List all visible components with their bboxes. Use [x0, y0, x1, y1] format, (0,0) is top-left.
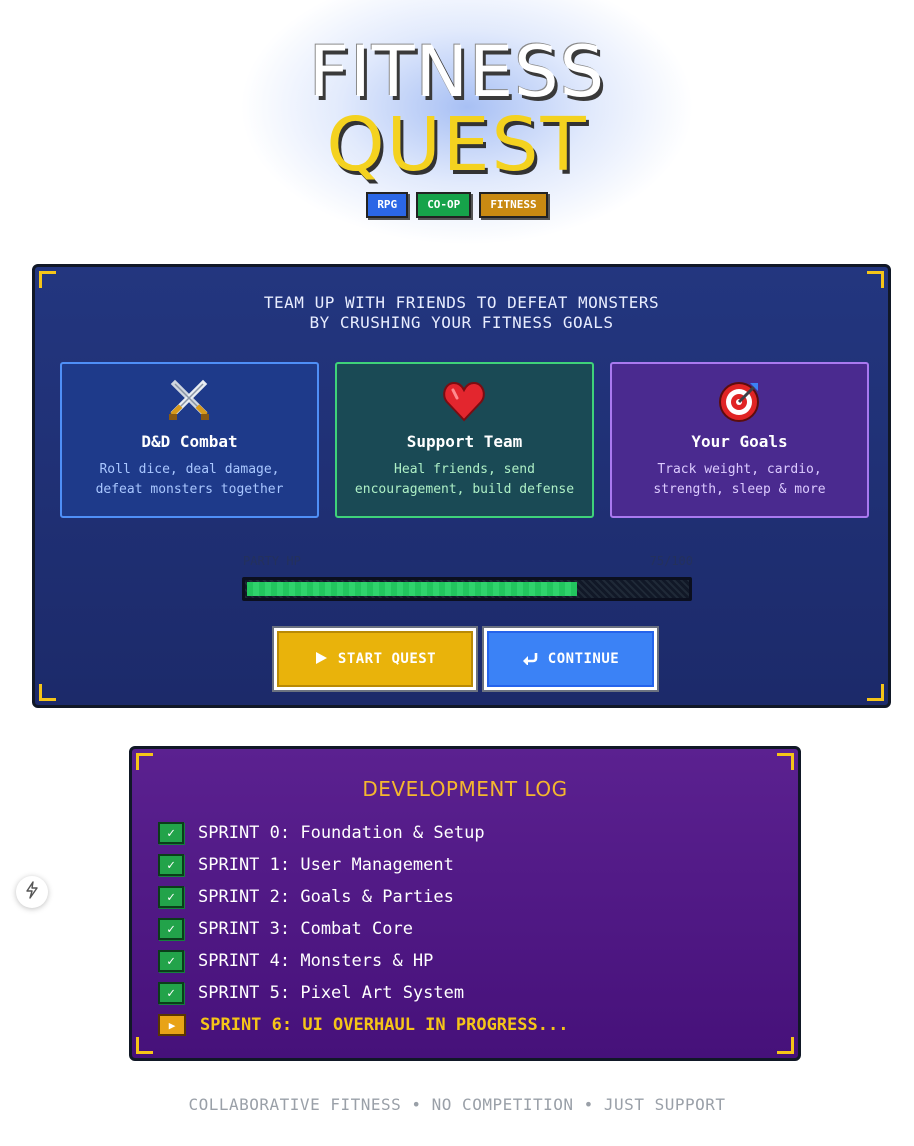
return-arrow-icon: [522, 651, 538, 668]
feature-desc-line: Track weight, cardio,: [657, 462, 822, 477]
corner-decoration: [867, 684, 884, 701]
party-hp-label: PARTY HP: [243, 554, 301, 568]
feature-description: Heal friends, send encouragement, build …: [347, 460, 582, 500]
party-hp-bar: [242, 577, 692, 601]
party-hp-fill: [247, 582, 577, 596]
app-title-line1: FITNESS: [308, 31, 606, 113]
party-hp-value: 75/100: [649, 554, 693, 568]
feature-card-combat: D&D Combat Roll dice, deal damage, defea…: [60, 362, 319, 518]
tagline-line2: BY CRUSHING YOUR FITNESS GOALS: [309, 313, 614, 332]
corner-decoration: [777, 1037, 794, 1054]
tagline-line1: TEAM UP WITH FRIENDS TO DEFEAT MONSTERS: [263, 293, 660, 312]
feature-desc-line: encouragement, build defense: [354, 482, 575, 497]
feature-card-goals: Your Goals Track weight, cardio, strengt…: [610, 362, 869, 518]
crossed-swords-icon: [62, 378, 317, 422]
sprint-label: SPRINT 3: Combat Core: [198, 919, 413, 939]
lightning-icon: [25, 881, 39, 903]
feature-desc-line: Roll dice, deal damage,: [99, 462, 280, 477]
checkmark-icon: ✓: [158, 918, 184, 940]
feature-title: D&D Combat: [141, 432, 238, 451]
tag-list: RPG CO-OP FITNESS: [0, 192, 914, 218]
feature-title: Your Goals: [691, 432, 788, 451]
continue-label: CONTINUE: [547, 651, 620, 667]
sprint-label: SPRINT 5: Pixel Art System: [198, 983, 465, 1003]
checkmark-icon: ✓: [158, 854, 184, 876]
corner-decoration: [777, 753, 794, 770]
tag-rpg: RPG: [366, 192, 409, 218]
hero-tagline: TEAM UP WITH FRIENDS TO DEFEAT MONSTERS …: [35, 293, 888, 333]
checkmark-icon: ✓: [158, 982, 184, 1004]
development-log-panel: DEVELOPMENT LOG ✓ SPRINT 0: Foundation &…: [129, 746, 801, 1061]
start-quest-label: START QUEST: [337, 651, 437, 667]
feature-description: Roll dice, deal damage, defeat monsters …: [72, 460, 307, 500]
feature-desc-line: strength, sleep & more: [653, 482, 826, 497]
continue-button[interactable]: CONTINUE: [482, 626, 659, 692]
feature-description: Track weight, cardio, strength, sleep & …: [622, 460, 857, 500]
target-icon: [612, 378, 867, 422]
start-quest-button[interactable]: START QUEST: [272, 626, 478, 692]
list-item: ✓ SPRINT 3: Combat Core: [158, 916, 413, 942]
list-item: ✓ SPRINT 0: Foundation & Setup: [158, 820, 485, 846]
list-item: ✓ SPRINT 2: Goals & Parties: [158, 884, 454, 910]
checkmark-icon: ✓: [158, 886, 184, 908]
play-icon: [314, 651, 328, 668]
corner-decoration: [136, 753, 153, 770]
party-hp-header: PARTY HP 75/100: [243, 554, 693, 570]
heart-icon: [337, 378, 592, 422]
hero-panel: TEAM UP WITH FRIENDS TO DEFEAT MONSTERS …: [32, 264, 891, 708]
devlog-title: DEVELOPMENT LOG: [362, 777, 568, 801]
feature-card-support: Support Team Heal friends, send encourag…: [335, 362, 594, 518]
sprint-label: SPRINT 2: Goals & Parties: [198, 887, 454, 907]
sprint-label: SPRINT 0: Foundation & Setup: [198, 823, 485, 843]
play-icon: ▶: [158, 1014, 186, 1036]
list-item: ✓ SPRINT 5: Pixel Art System: [158, 980, 464, 1006]
list-item: ✓ SPRINT 1: User Management: [158, 852, 454, 878]
tag-coop: CO-OP: [416, 192, 472, 218]
sprint-label: SPRINT 1: User Management: [198, 855, 454, 875]
list-item-in-progress: ▶ SPRINT 6: UI OVERHAUL IN PROGRESS...: [158, 1012, 568, 1038]
checkmark-icon: ✓: [158, 822, 184, 844]
quick-action-button[interactable]: [16, 876, 48, 908]
sprint-label-active: SPRINT 6: UI OVERHAUL IN PROGRESS...: [200, 1015, 569, 1035]
feature-desc-line: defeat monsters together: [95, 482, 284, 497]
corner-decoration: [39, 684, 56, 701]
checkmark-icon: ✓: [158, 950, 184, 972]
feature-cards: D&D Combat Roll dice, deal damage, defea…: [60, 362, 870, 518]
corner-decoration: [39, 271, 56, 288]
app-title-line2: QUEST: [326, 102, 588, 188]
corner-decoration: [867, 271, 884, 288]
list-item: ✓ SPRINT 4: Monsters & HP: [158, 948, 433, 974]
sprint-label: SPRINT 4: Monsters & HP: [198, 951, 434, 971]
corner-decoration: [136, 1037, 153, 1054]
feature-desc-line: Heal friends, send: [394, 462, 535, 477]
footer-tagline: COLLABORATIVE FITNESS • NO COMPETITION •…: [188, 1095, 726, 1114]
title-area: FITNESS QUEST RPG CO-OP FITNESS: [0, 0, 914, 250]
tag-fitness: FITNESS: [479, 192, 548, 218]
feature-title: Support Team: [406, 432, 523, 451]
